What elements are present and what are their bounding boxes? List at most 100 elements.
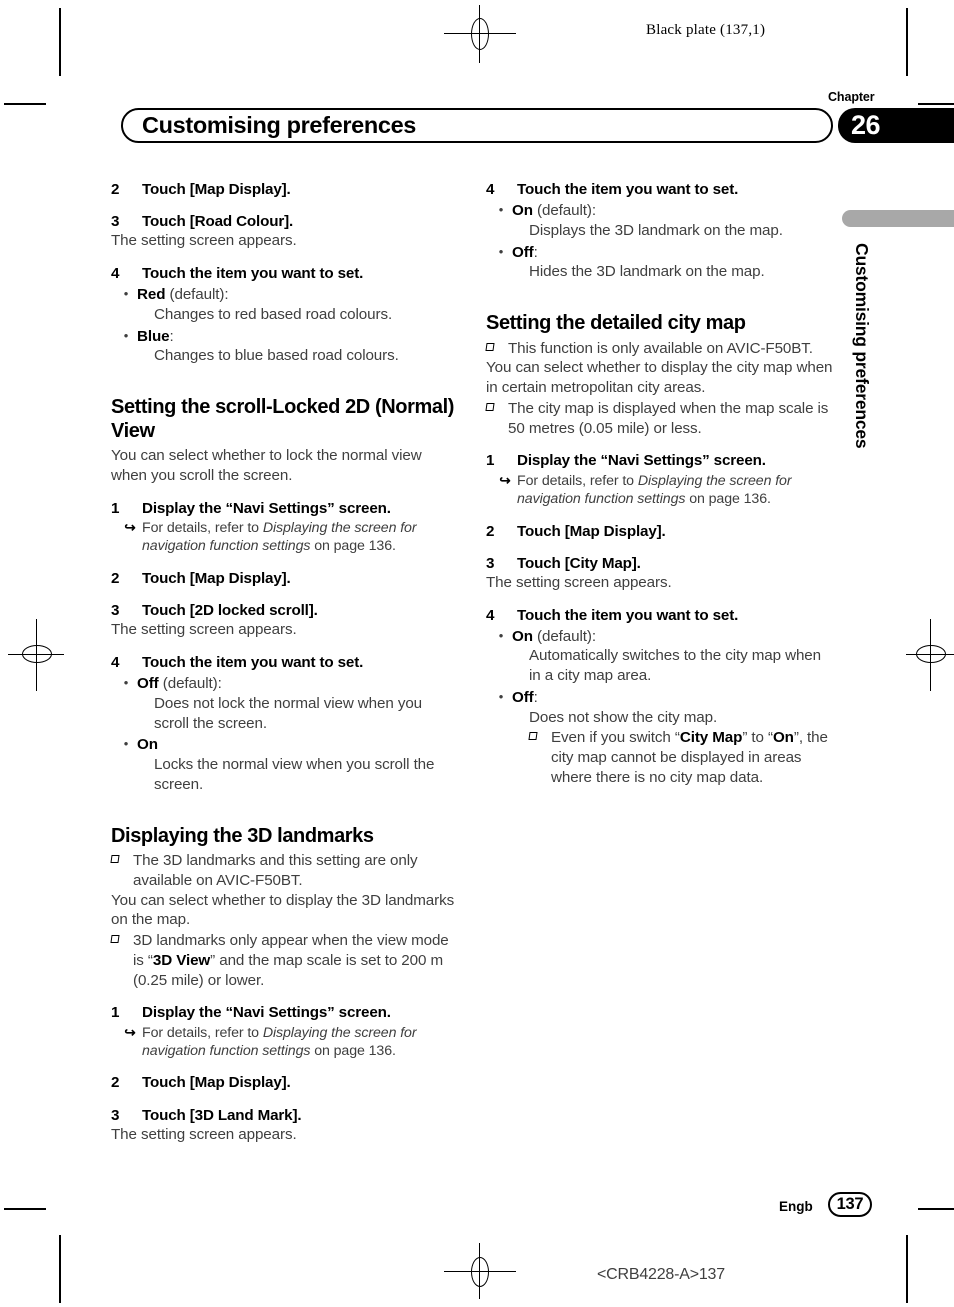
setting-screen-appears-text: The setting screen appears. (111, 232, 297, 250)
option-name: Off (512, 243, 534, 261)
xref-suffix: on page 136. (685, 491, 771, 508)
step-text: Display the “Navi Settings” screen. (142, 1004, 391, 1022)
xref-prefix: For details, refer to (142, 520, 263, 536)
option-suffix: : (533, 243, 538, 261)
note-text: Even if you switch “City Map” to “On”, t… (551, 728, 834, 787)
step-touch-item-2dlocked: 4 Touch the item you want to set. (111, 653, 459, 672)
step-display-navi-settings-3: 1 Display the “Navi Settings” screen. (486, 451, 834, 470)
option-city-off-description: Does not show the city map. (529, 708, 718, 726)
option-default-suffix: (default): (532, 202, 596, 220)
note-text: The 3D landmarks and this setting are on… (133, 852, 418, 889)
note-city-map-scale: The city map is displayed when the map s… (485, 399, 834, 439)
option-on-description: Displays the 3D landmark on the map. (529, 221, 783, 239)
option-on: • On (default): (486, 201, 834, 221)
step-text: Touch the item you want to set. (142, 653, 364, 671)
note-square-icon (528, 728, 551, 787)
step-number: 2 (111, 1074, 120, 1092)
option-off-description: Hides the 3D landmark on the map. (529, 263, 765, 281)
option-red-description: Changes to red based road colours. (154, 305, 393, 323)
step-touch-map-display-4: 2 Touch [Map Display]. (486, 522, 834, 541)
step-touch-map-display: 2 Touch [Map Display]. (111, 180, 459, 199)
option-label: Blue: (137, 327, 459, 347)
option-label: Off (default): (137, 674, 459, 694)
step-number: 4 (486, 606, 495, 624)
option-label: Off: (512, 688, 834, 708)
option-name: On (137, 736, 158, 754)
plate-note: Black plate (137,1) (646, 22, 766, 38)
note-3d-view-scale: 3D landmarks only appear when the view m… (110, 931, 459, 990)
option-off: • Off: (486, 243, 834, 263)
crop-mark-bottom-left-vertical (59, 1235, 61, 1303)
option-suffix: : (169, 327, 174, 345)
step-touch-item-roadcolour: 4 Touch the item you want to set. (111, 264, 459, 283)
step-text: Touch [City Map]. (517, 554, 641, 572)
side-running-title: Customising preferences (852, 243, 872, 449)
note-text: The city map is displayed when the map s… (508, 399, 829, 437)
option-red: • Red (default): (111, 285, 459, 305)
cross-reference-text: For details, refer to Displaying the scr… (517, 472, 834, 509)
crop-mark-right-top-horizontal (918, 103, 954, 105)
left-column: 2 Touch [Map Display]. 3 Touch [Road Col… (110, 180, 459, 1145)
option-suffix: : (533, 688, 538, 706)
step-number: 3 (111, 602, 120, 620)
note-city-map-no-data: Even if you switch “City Map” to “On”, t… (528, 728, 834, 787)
crop-mark-right-bottom-horizontal (918, 1208, 954, 1210)
crop-mark-left-top-horizontal (4, 103, 46, 105)
note-text: 3D landmarks only appear when the view m… (133, 931, 459, 990)
step-touch-city-map: 3 Touch [City Map]. (486, 554, 834, 573)
xref-suffix: on page 136. (310, 1043, 396, 1060)
xref-prefix: For details, refer to (142, 1024, 263, 1041)
registration-mark-left (8, 615, 66, 695)
option-default-suffix: (default): (158, 675, 222, 693)
document-code: <CRB4228-A>137 (597, 1266, 725, 1283)
step-touch-2d-locked-scroll: 3 Touch [2D locked scroll]. (111, 601, 459, 620)
option-name: Off (512, 688, 534, 706)
step-number: 2 (486, 522, 495, 540)
note-emphasis: 3D View (152, 951, 211, 969)
step-touch-map-display-2: 2 Touch [Map Display]. (111, 569, 459, 588)
chapter-label: Chapter (828, 90, 875, 104)
cross-reference-text: For details, refer to Displaying the scr… (142, 519, 459, 556)
note-prefix: Even if you switch “ (551, 729, 680, 747)
step-number: 3 (111, 1106, 120, 1124)
step-touch-road-colour: 3 Touch [Road Colour]. (111, 212, 459, 231)
step-number: 1 (111, 499, 120, 517)
note-square-icon (485, 399, 508, 439)
step-number: 1 (486, 452, 495, 470)
step-touch-item-3dlandmark: 4 Touch the item you want to set. (486, 180, 834, 199)
crop-mark-top-right-vertical (906, 8, 908, 76)
note-3d-availability: The 3D landmarks and this setting are on… (110, 851, 459, 891)
note-emphasis-on: On (772, 729, 794, 747)
note-middle: ” to “ (742, 729, 773, 747)
footer-page-number: 137 (828, 1192, 872, 1217)
page-title: Customising preferences (142, 112, 417, 138)
option-name: On (512, 202, 533, 220)
footer-language: Engb (779, 1199, 813, 1214)
step-number: 2 (111, 181, 120, 198)
option-on: • On (111, 735, 459, 755)
option-on-description: Locks the normal view when you scroll th… (154, 756, 435, 793)
heading-scroll-locked-2d: Setting the scroll-Locked 2D (Normal) Vi… (111, 396, 455, 442)
crop-mark-bottom-right-vertical (906, 1235, 908, 1303)
option-label: On (default): (512, 201, 834, 221)
option-name: Blue (137, 327, 170, 345)
step-touch-item-citymap: 4 Touch the item you want to set. (486, 606, 834, 625)
crop-mark-top-left-vertical (59, 8, 61, 76)
bullet-dot-icon: • (123, 675, 129, 691)
arrow-reference-icon: ↪ (124, 520, 136, 535)
step-number: 4 (111, 265, 120, 283)
option-blue-description: Changes to blue based road colours. (154, 347, 399, 365)
option-city-off: • Off: (486, 688, 834, 708)
option-default-suffix: (default): (532, 627, 596, 645)
chapter-number-badge: 26 (838, 108, 954, 143)
note-emphasis-citymap: City Map (679, 729, 743, 747)
registration-mark-bottom (440, 1243, 520, 1301)
option-default-suffix: (default): (165, 286, 229, 304)
step-display-navi-settings-2: 1 Display the “Navi Settings” screen. (111, 1003, 459, 1022)
option-label: On (137, 735, 459, 755)
option-label: Off: (512, 243, 834, 263)
option-label: Red (default): (137, 285, 459, 305)
heading-3d-landmarks: Displaying the 3D landmarks (111, 824, 374, 847)
bullet-dot-icon: • (498, 202, 504, 218)
step-text: Touch [2D locked scroll]. (142, 602, 318, 620)
